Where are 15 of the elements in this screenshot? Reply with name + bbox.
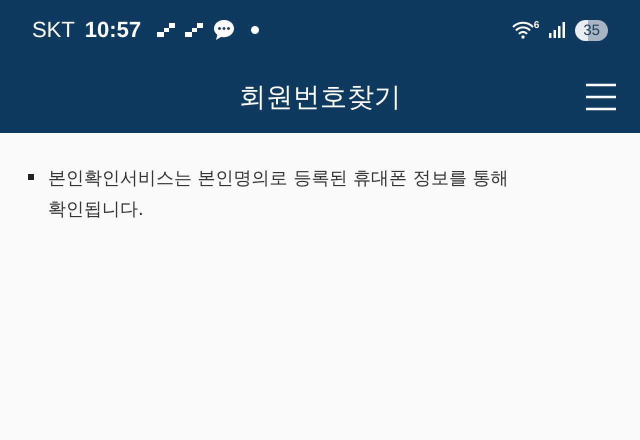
chat-bubble-icon xyxy=(213,19,236,41)
wifi-standard-label: 6 xyxy=(534,21,540,31)
clock: 10:57 xyxy=(84,17,142,43)
signal-icon xyxy=(549,22,566,38)
wifi-icon xyxy=(512,21,534,39)
battery-level: 35 xyxy=(575,20,608,40)
bullet-icon xyxy=(28,174,34,180)
menu-icon xyxy=(586,82,616,110)
notification-icon xyxy=(185,23,204,37)
dot-icon xyxy=(251,26,260,34)
carrier-name: SKT xyxy=(32,17,75,43)
menu-button[interactable] xyxy=(586,82,616,110)
page-title: 회원번호찾기 xyxy=(239,80,401,114)
notification-icon xyxy=(157,23,176,37)
notice-text: 본인확인서비스는 본인명의로 등록된 휴대폰 정보를 통해 확인됩니다. xyxy=(48,167,510,222)
